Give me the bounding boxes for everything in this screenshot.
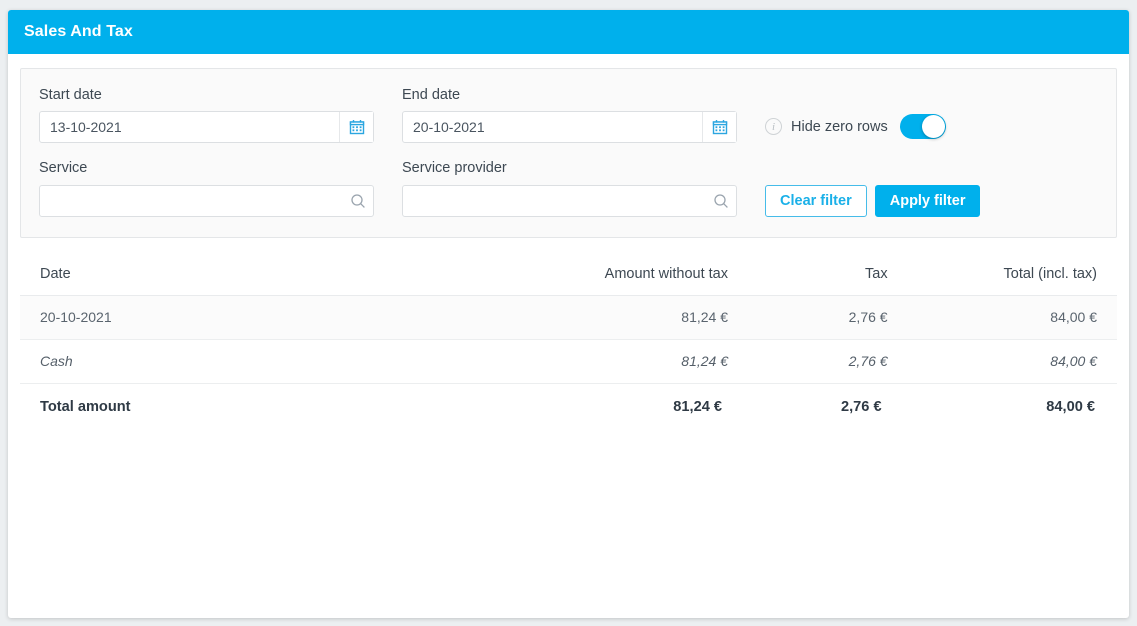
calendar-icon[interactable] xyxy=(702,112,736,143)
total-tax: 2,76 € xyxy=(841,398,882,415)
apply-filter-button[interactable]: Apply filter xyxy=(874,184,981,217)
page-header: Sales And Tax xyxy=(8,10,1129,54)
info-icon[interactable]: i xyxy=(765,118,782,136)
end-date-label: End date xyxy=(402,87,461,103)
start-date-input-wrap[interactable] xyxy=(39,111,374,144)
service-provider-input-wrap[interactable] xyxy=(402,184,737,217)
end-date-field: End date xyxy=(402,87,737,144)
cell-tax: 2,76 € xyxy=(744,295,898,340)
service-provider-input[interactable] xyxy=(403,185,706,216)
table-header-row: Date Amount without tax Tax Total (incl.… xyxy=(20,255,1117,296)
total-amount: 81,24 € xyxy=(673,398,722,415)
cell-date: Cash xyxy=(20,339,525,384)
cell-amount: 81,24 € xyxy=(524,339,744,384)
service-input[interactable] xyxy=(40,185,343,216)
table-total-row: Total amount 81,24 € 2,76 € 84,00 € xyxy=(20,383,1117,429)
clear-filter-button[interactable]: Clear filter xyxy=(765,184,867,217)
hide-zero-rows-label: Hide zero rows xyxy=(791,118,888,135)
filter-row-dates: Start date 13-10-2021 End date 20-10-202… xyxy=(39,87,1098,144)
page-title: Sales And Tax xyxy=(24,23,133,40)
service-field: Service xyxy=(39,160,374,217)
table-row[interactable]: 20-10-2021 81,24 € 2,76 € 84,00 € xyxy=(20,295,1117,340)
start-date-input[interactable] xyxy=(40,112,339,143)
cell-total: 84,00 € xyxy=(897,295,1117,340)
cell-tax: 2,76 € xyxy=(744,339,898,384)
start-date-label: Start date xyxy=(39,87,102,103)
service-provider-field: Service provider xyxy=(402,160,737,217)
table-header: Date Amount without tax Tax Total (incl.… xyxy=(20,255,1117,296)
sales-and-tax-card: Sales And Tax Start date 13-10-2021 End … xyxy=(8,10,1129,618)
table-body: 20-10-2021 81,24 € 2,76 € 84,00 € Cash 8… xyxy=(20,295,1117,429)
sales-tax-table: Date Amount without tax Tax Total (incl.… xyxy=(20,255,1117,429)
filter-panel: Start date 13-10-2021 End date 20-10-202… xyxy=(20,68,1117,238)
toggle-knob xyxy=(921,115,945,139)
total-label: Total amount xyxy=(40,398,131,415)
filter-actions: Clear filter Apply filter xyxy=(765,184,981,217)
total-total: 84,00 € xyxy=(1046,398,1095,415)
hide-zero-rows-toggle[interactable] xyxy=(899,114,946,140)
end-date-input[interactable] xyxy=(403,112,702,143)
cell-total: 84,00 € xyxy=(897,339,1117,384)
cell-date: 20-10-2021 xyxy=(20,295,525,340)
hide-zero-rows-group: i Hide zero rows xyxy=(765,111,946,143)
service-label: Service xyxy=(39,160,88,177)
column-header-tax: Tax xyxy=(744,255,898,296)
column-header-amount: Amount without tax xyxy=(524,255,744,296)
filter-row-service: Service Service provider Clear filter Ap… xyxy=(39,160,1098,217)
calendar-icon[interactable] xyxy=(339,112,373,143)
column-header-date: Date xyxy=(20,255,525,296)
table-row[interactable]: Cash 81,24 € 2,76 € 84,00 € xyxy=(20,339,1117,384)
page-body: Start date 13-10-2021 End date 20-10-202… xyxy=(8,54,1129,429)
end-date-input-wrap[interactable] xyxy=(402,111,737,144)
search-icon[interactable] xyxy=(706,193,736,209)
column-header-total: Total (incl. tax) xyxy=(897,255,1117,296)
cell-amount: 81,24 € xyxy=(524,295,744,340)
service-provider-label: Service provider xyxy=(402,160,507,177)
search-icon[interactable] xyxy=(343,193,373,209)
service-input-wrap[interactable] xyxy=(39,184,374,217)
start-date-field: Start date xyxy=(39,87,374,144)
